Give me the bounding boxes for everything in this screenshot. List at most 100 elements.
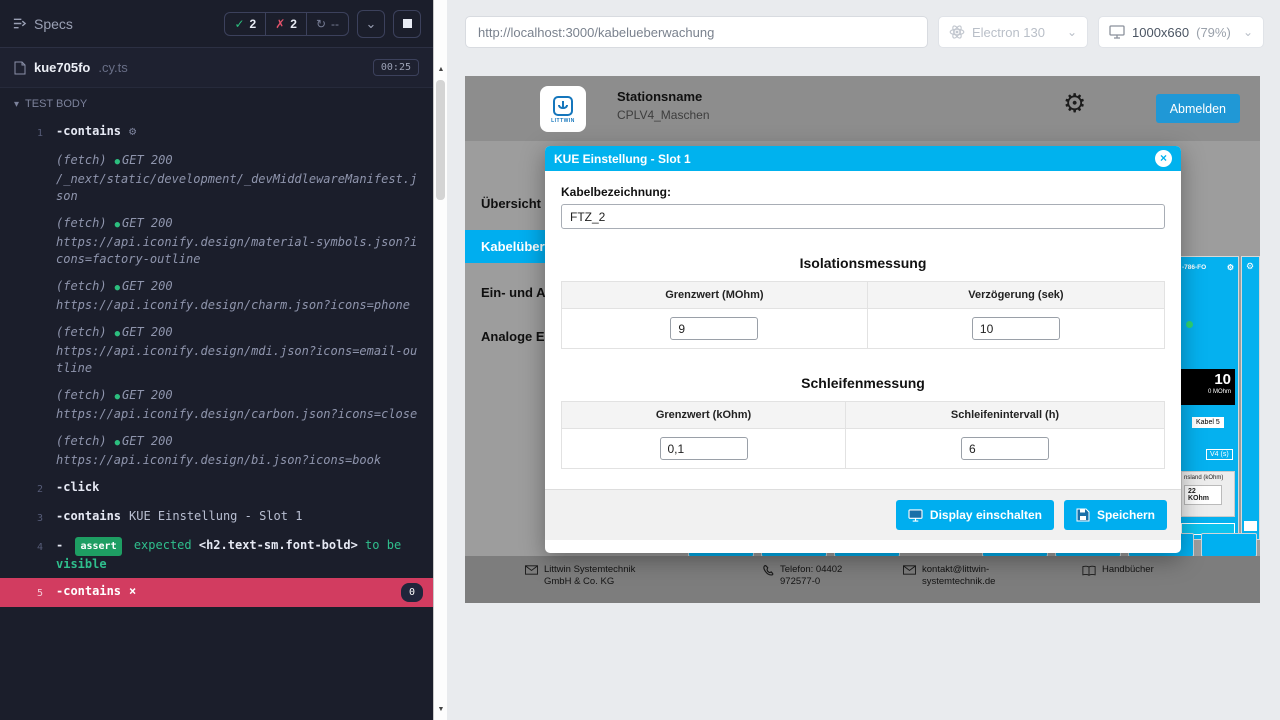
grenzwert-kohm-input[interactable] bbox=[660, 437, 748, 460]
gear-icon[interactable]: ⚙ bbox=[1227, 263, 1234, 272]
line-number: 4 bbox=[0, 537, 56, 573]
table-cell bbox=[867, 309, 1164, 349]
status-dot-icon: ● bbox=[115, 157, 120, 167]
fetch-tag: (fetch) bbox=[56, 325, 107, 339]
fetch-url: /_next/static/development/_devMiddleware… bbox=[56, 171, 423, 205]
fetch-log-row[interactable]: (fetch)●GET 200https://api.iconify.desig… bbox=[0, 319, 433, 382]
spec-extension: .cy.ts bbox=[98, 60, 127, 75]
email-text[interactable]: kontakt@littwin-systemtechnik.de bbox=[922, 564, 1008, 589]
littwin-logo: LITTWIN bbox=[540, 86, 586, 132]
modal-header: KUE Einstellung - Slot 1 × bbox=[545, 146, 1181, 171]
footer-manuals[interactable]: Handbücher bbox=[1082, 564, 1154, 576]
stop-button[interactable] bbox=[393, 10, 421, 38]
email-icon bbox=[903, 565, 916, 575]
fetch-log-row[interactable]: (fetch)●GET 200https://api.iconify.desig… bbox=[0, 273, 433, 319]
schleifenintervall-input[interactable] bbox=[961, 437, 1049, 460]
command-row[interactable]: 1 -contains⚙ bbox=[0, 118, 433, 147]
fetch-tag: (fetch) bbox=[56, 434, 107, 448]
assert-row[interactable]: 4 - assert expected <h2.text-sm.font-bol… bbox=[0, 532, 433, 578]
kohm-value: 22 KOhm bbox=[1184, 485, 1222, 505]
fetch-tag: (fetch) bbox=[56, 216, 107, 230]
slot-button[interactable] bbox=[1201, 533, 1257, 557]
kabelbezeichnung-input[interactable] bbox=[561, 204, 1165, 229]
verzoegerung-sek-input[interactable] bbox=[972, 317, 1060, 340]
command-name: -contains bbox=[56, 509, 121, 523]
logo-glyph-icon bbox=[552, 95, 574, 117]
settings-gear-icon[interactable]: ⚙ bbox=[1063, 88, 1086, 119]
check-icon: ✓ bbox=[234, 17, 244, 31]
speichern-button[interactable]: Speichern bbox=[1064, 500, 1167, 530]
lcd-value: 10 bbox=[1185, 371, 1231, 389]
suite-title: TEST BODY bbox=[25, 98, 87, 110]
close-icon[interactable]: × bbox=[1155, 150, 1172, 167]
schleifenmessung-heading: Schleifenmessung bbox=[561, 375, 1165, 391]
v4-chip: V4 (s) bbox=[1206, 449, 1233, 460]
specs-label: Specs bbox=[34, 16, 73, 32]
slot-panel-header: -786-FO ⚙ bbox=[1178, 257, 1238, 272]
browser-name: Electron 130 bbox=[972, 25, 1045, 40]
specs-button[interactable]: Specs bbox=[12, 16, 73, 32]
scrollbar-thumb[interactable] bbox=[436, 80, 445, 200]
fetch-tag: (fetch) bbox=[56, 153, 107, 167]
fetch-log-row[interactable]: (fetch)●GET 200https://api.iconify.desig… bbox=[0, 428, 433, 474]
assert-text: to be bbox=[365, 538, 401, 552]
fetch-url: https://api.iconify.design/bi.json?icons… bbox=[56, 452, 423, 469]
status-dot bbox=[1186, 321, 1193, 328]
passed-stat: ✓2 bbox=[225, 13, 265, 35]
nav-uebersicht[interactable]: Übersicht bbox=[481, 196, 541, 211]
mail-icon bbox=[525, 565, 538, 575]
save-icon bbox=[1076, 508, 1090, 522]
suite-toggle[interactable]: ▾ TEST BODY bbox=[0, 88, 433, 114]
screen: Specs ✓2 ✗2 ↻-- ⌄ kue705fo.cy.ts 00:25 ▾… bbox=[0, 0, 1280, 720]
fetch-url: https://api.iconify.design/mdi.json?icon… bbox=[56, 343, 423, 377]
command-row[interactable]: 2 -click bbox=[0, 474, 433, 503]
table-cell bbox=[846, 429, 1165, 469]
spec-file-row[interactable]: kue705fo.cy.ts 00:25 bbox=[0, 48, 433, 88]
footer-company: Littwin Systemtechnik GmbH & Co. KG bbox=[525, 564, 665, 589]
table-header-cell: Schleifenintervall (h) bbox=[846, 402, 1165, 429]
gear-icon[interactable]: ⚙ bbox=[1246, 261, 1254, 272]
logo-text: LITTWIN bbox=[551, 118, 575, 124]
app-footer: Littwin Systemtechnik GmbH & Co. KG Tele… bbox=[465, 556, 1260, 603]
kohm-box: nsland (kOhm) 22 KOhm bbox=[1181, 471, 1235, 517]
scroll-down-arrow[interactable]: ▼ bbox=[434, 702, 448, 718]
command-dash: - bbox=[56, 538, 63, 552]
fetch-status: GET 200 bbox=[122, 153, 173, 167]
fetch-log-row[interactable]: (fetch)●GET 200https://api.iconify.desig… bbox=[0, 382, 433, 428]
modal-title: KUE Einstellung - Slot 1 bbox=[554, 152, 691, 166]
kabel-chip: Kabel 5 bbox=[1192, 417, 1224, 428]
chevron-down-icon: ⌄ bbox=[366, 17, 377, 30]
kue-settings-modal: KUE Einstellung - Slot 1 × Kabelbezeichn… bbox=[545, 146, 1181, 553]
line-number bbox=[0, 278, 56, 314]
logout-button[interactable]: Abmelden bbox=[1156, 94, 1240, 123]
fetch-log-row[interactable]: (fetch)●GET 200https://api.iconify.desig… bbox=[0, 210, 433, 273]
isolationsmessung-heading: Isolationsmessung bbox=[561, 255, 1165, 271]
url-input[interactable] bbox=[465, 16, 928, 48]
command-row[interactable]: 3 -containsKUE Einstellung - Slot 1 bbox=[0, 503, 433, 532]
vertical-scrollbar[interactable]: ▲ ▼ bbox=[433, 0, 447, 720]
failed-command-row[interactable]: 5 -contains× 0 bbox=[0, 578, 433, 607]
grenzwert-mohm-input[interactable] bbox=[670, 317, 758, 340]
command-log: 1 -contains⚙ (fetch)●GET 200/_next/stati… bbox=[0, 114, 433, 607]
command-arg: × bbox=[129, 584, 136, 598]
assert-element: <h2.text-sm.font-bold> bbox=[199, 538, 358, 552]
fetch-log-row[interactable]: (fetch) ●GET 200 /_next/static/development… bbox=[0, 147, 433, 210]
nav-ein-und-ausgaenge[interactable]: Ein- und Au bbox=[481, 285, 553, 300]
spec-name: kue705fo bbox=[34, 60, 90, 75]
schleifenmessung-table: Grenzwert (kOhm) Schleifenintervall (h) bbox=[561, 401, 1165, 469]
line-number bbox=[0, 152, 56, 205]
line-number bbox=[0, 215, 56, 268]
electron-icon bbox=[949, 24, 965, 40]
fetch-status: GET 200 bbox=[122, 216, 173, 230]
kabelbezeichnung-label: Kabelbezeichnung: bbox=[561, 185, 1165, 199]
browser-select[interactable]: Electron 130 ⌄ bbox=[938, 16, 1088, 48]
viewport-select[interactable]: 1000x660 (79%) ⌄ bbox=[1098, 16, 1264, 48]
collapse-button[interactable]: ⌄ bbox=[357, 10, 385, 38]
fetch-url: https://api.iconify.design/carbon.json?i… bbox=[56, 406, 423, 423]
status-dot-icon: ● bbox=[115, 329, 120, 339]
scroll-up-arrow[interactable]: ▲ bbox=[434, 62, 448, 78]
nav-analoge-eingaenge[interactable]: Analoge Ei bbox=[481, 329, 548, 344]
display-einschalten-button[interactable]: Display einschalten bbox=[896, 500, 1054, 530]
slot-panel: -786-FO ⚙ 10 0 MOhm Kabel 5 V4 (s) nslan… bbox=[1177, 256, 1239, 540]
passed-count: 2 bbox=[250, 17, 257, 31]
